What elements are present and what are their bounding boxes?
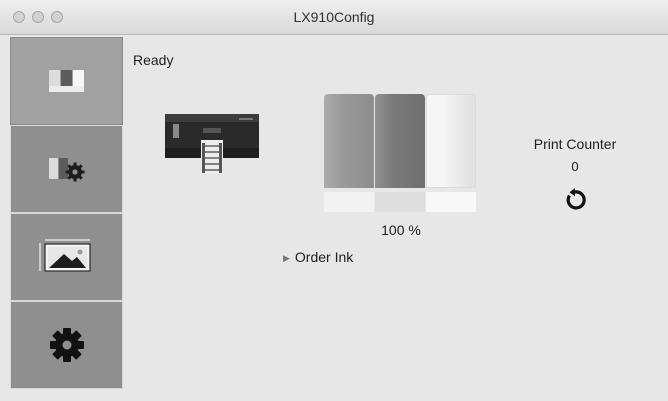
cartridge-gear-icon <box>48 158 84 182</box>
ink-cartridge-1 <box>324 94 374 188</box>
printer-status: Ready <box>133 52 174 68</box>
print-counter-value: 0 <box>571 159 579 174</box>
order-ink-link[interactable]: ▶ Order Ink <box>283 249 353 265</box>
window-titlebar: LX910Config <box>0 0 668 35</box>
order-ink-label: Order Ink <box>294 249 354 265</box>
ink-level-base <box>375 192 425 212</box>
sidebar-item-ink-settings[interactable] <box>10 125 123 213</box>
main-panel: Ready 100 % ▶ Order Ink Print Counter 0 <box>123 36 668 401</box>
window-title: LX910Config <box>293 9 375 25</box>
ink-cartridge-3 <box>426 94 476 188</box>
print-counter-label: Print Counter <box>533 136 617 152</box>
disclosure-triangle-icon: ▶ <box>283 253 290 263</box>
printer-image <box>165 114 259 174</box>
ink-level-base <box>426 192 476 212</box>
ink-level-percent: 100 % <box>381 222 421 238</box>
sidebar-item-print-alignment[interactable] <box>10 213 123 301</box>
sidebar-item-ink-status[interactable] <box>10 37 123 125</box>
sidebar <box>10 37 123 401</box>
image-alignment-icon <box>38 239 91 272</box>
reset-icon[interactable] <box>563 188 587 212</box>
ink-cartridges-icon <box>48 70 84 92</box>
gear-icon <box>49 328 84 362</box>
ink-level-base <box>324 192 374 212</box>
ink-cartridge-2 <box>375 94 425 188</box>
ink-level-display <box>324 94 478 212</box>
sidebar-item-settings[interactable] <box>10 301 123 389</box>
